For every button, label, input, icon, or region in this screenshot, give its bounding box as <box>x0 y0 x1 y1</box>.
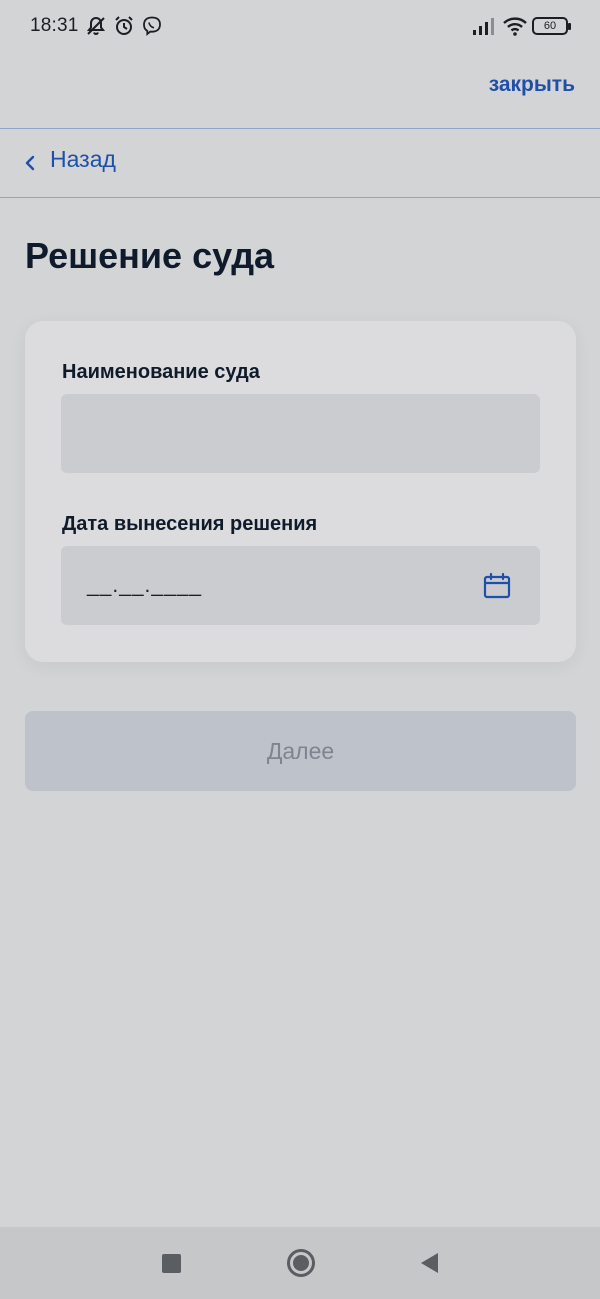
close-link[interactable]: закрыть <box>489 73 575 97</box>
status-left: 18:31 <box>30 15 163 37</box>
page-title: Решение суда <box>25 235 275 276</box>
system-back-button[interactable] <box>421 1253 438 1273</box>
court-name-input[interactable] <box>61 394 540 473</box>
viber-icon <box>141 15 163 37</box>
back-link[interactable]: Назад <box>24 146 116 173</box>
calendar-icon[interactable] <box>482 571 512 601</box>
home-icon <box>293 1255 309 1271</box>
recent-apps-button[interactable] <box>162 1253 181 1273</box>
signal-icon <box>472 15 494 37</box>
status-bar: 18:31 60 <box>0 0 600 52</box>
bell-off-icon <box>85 15 107 37</box>
home-button[interactable] <box>287 1249 315 1277</box>
decision-date-label: Дата вынесения решения <box>62 513 318 535</box>
next-button[interactable]: Далее <box>25 711 576 791</box>
system-nav-bar <box>0 1227 600 1299</box>
divider <box>0 128 600 129</box>
form-card: Наименование суда Дата вынесения решения… <box>25 321 576 662</box>
back-label: Назад <box>50 146 116 172</box>
status-time: 18:31 <box>30 15 79 36</box>
court-name-label: Наименование суда <box>62 361 260 383</box>
decision-date-input[interactable]: __.__.____ <box>61 546 540 625</box>
wifi-icon <box>502 15 527 37</box>
date-mask: __.__.____ <box>87 573 203 597</box>
alarm-icon <box>113 15 135 37</box>
divider <box>0 197 600 198</box>
status-right: 60 <box>472 15 571 37</box>
battery-indicator: 60 <box>532 17 571 35</box>
chevron-left-icon <box>24 151 36 170</box>
